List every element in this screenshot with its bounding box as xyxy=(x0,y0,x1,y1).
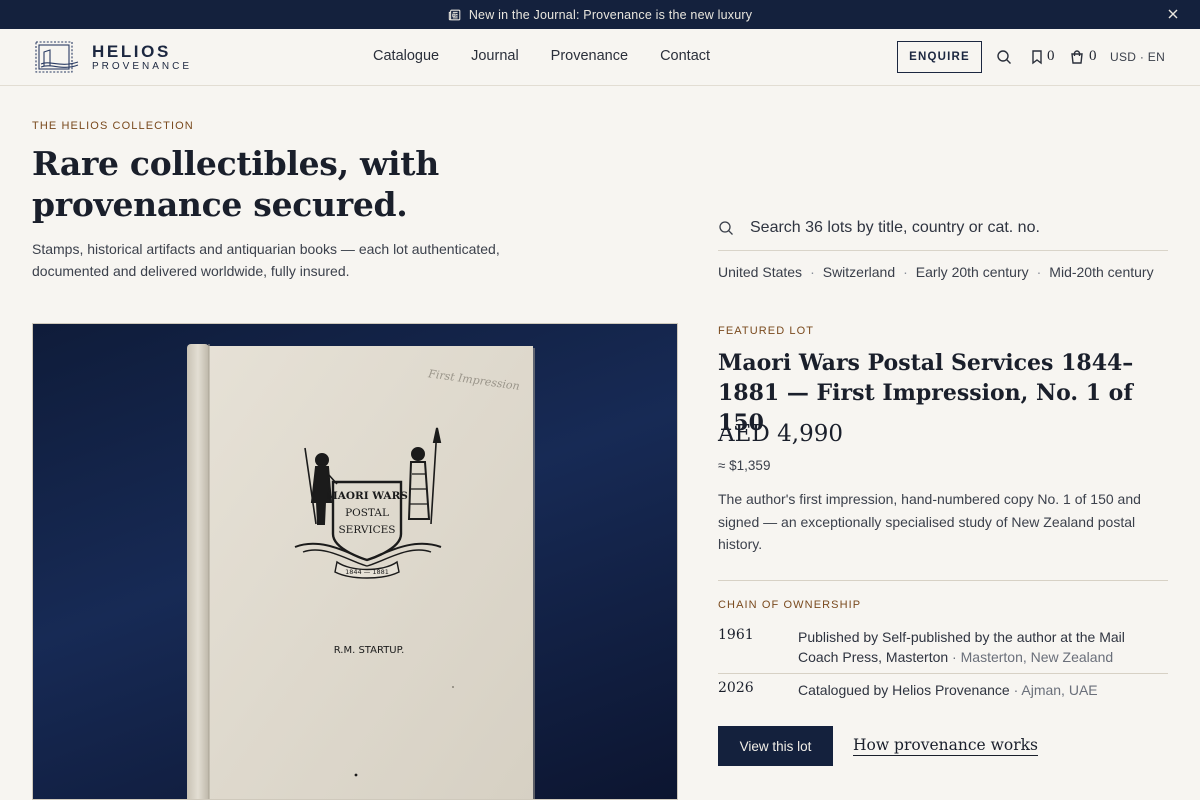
chip-separator: · xyxy=(903,264,908,280)
crest-line-1: MAORI WARS xyxy=(326,490,408,502)
view-lot-button[interactable]: View this lot xyxy=(718,726,833,766)
filter-chips: United States · Switzerland · Early 20th cen… xyxy=(718,264,1168,284)
how-provenance-works-link[interactable]: How provenance works xyxy=(853,736,1038,756)
nav-item-contact[interactable]: Contact xyxy=(660,48,710,64)
provenance-year: 2026 xyxy=(718,680,754,696)
divider xyxy=(718,673,1168,674)
search-icon[interactable] xyxy=(996,49,1012,65)
featured-lot-image[interactable]: First Impression MAORI WARS POSTAL SERVI… xyxy=(32,323,678,800)
locale-selector[interactable]: USD · EN xyxy=(1110,50,1165,64)
provenance-row: 1961 Published by Self-published by the … xyxy=(718,627,1168,671)
filter-chip-early-20th-century[interactable]: Early 20th century xyxy=(916,264,1029,280)
brand-subname: PROVENANCE xyxy=(92,60,193,72)
provenance-text: Catalogued by Helios Provenance · Ajman,… xyxy=(798,680,1168,700)
hero-lede: Stamps, historical artifacts and antiqua… xyxy=(32,241,500,279)
filter-chip-united-states[interactable]: United States xyxy=(718,264,802,280)
main-nav: Catalogue Journal Provenance Contact xyxy=(373,48,710,64)
close-icon[interactable] xyxy=(1166,7,1180,21)
book-author: R.M. STARTUP. xyxy=(334,645,405,656)
search-bar xyxy=(718,210,1168,251)
crest-line-2: POSTAL xyxy=(345,507,389,519)
bag-icon[interactable] xyxy=(1069,49,1085,65)
nav-item-provenance[interactable]: Provenance xyxy=(551,48,628,64)
provenance-separator: · xyxy=(1009,682,1022,698)
crest-dates: 1844 — 1881 xyxy=(345,568,389,576)
search-input[interactable] xyxy=(750,214,1160,242)
nav-item-journal[interactable]: Journal xyxy=(471,48,519,64)
crest-line-3: SERVICES xyxy=(338,524,395,536)
saved-count: 0 xyxy=(1047,48,1055,64)
brand-name: HELIOS xyxy=(92,41,171,61)
book-cover-illustration: First Impression MAORI WARS POSTAL SERVI… xyxy=(187,344,535,799)
announcement-bar: New in the Journal: Provenance is the ne… xyxy=(0,0,1200,29)
filter-chip-switzerland[interactable]: Switzerland xyxy=(823,264,895,280)
filter-chip-mid-20th-century[interactable]: Mid-20th century xyxy=(1049,264,1153,280)
provenance-row: 2026 Catalogued by Helios Provenance · A… xyxy=(718,680,1168,702)
lot-price: AED 4,990 xyxy=(718,421,843,447)
provenance-year: 1961 xyxy=(718,627,754,643)
featured-eyebrow: FEATURED LOT xyxy=(718,325,815,337)
chain-eyebrow: CHAIN OF OWNERSHIP xyxy=(718,599,862,611)
price-conversion: ≈ $1,359 xyxy=(718,458,771,473)
page-title: Rare collectibles, with provenance secur… xyxy=(32,144,439,224)
provenance-location: Masterton, New Zealand xyxy=(960,649,1114,665)
enquire-button[interactable]: ENQUIRE xyxy=(897,41,982,73)
hero-eyebrow: THE HELIOS COLLECTION xyxy=(32,120,194,132)
brand-logo[interactable]: HELIOS PROVENANCE xyxy=(34,40,192,74)
newspaper-icon xyxy=(448,9,461,20)
bookmark-icon[interactable] xyxy=(1029,49,1045,65)
provenance-separator: · xyxy=(948,649,961,665)
chip-separator: · xyxy=(1036,264,1042,280)
cart-count: 0 xyxy=(1089,48,1097,64)
divider xyxy=(718,580,1168,581)
chip-separator: · xyxy=(810,264,815,280)
site-header: HELIOS PROVENANCE Catalogue Journal Prov… xyxy=(0,29,1200,86)
provenance-text: Published by Self-published by the autho… xyxy=(798,627,1168,667)
stamp-logo-icon xyxy=(35,41,79,73)
search-icon xyxy=(719,221,733,235)
provenance-location: Ajman, UAE xyxy=(1021,682,1098,698)
provenance-event: Catalogued by Helios Provenance xyxy=(798,682,1010,698)
announcement-text[interactable]: New in the Journal: Provenance is the ne… xyxy=(469,8,752,22)
nav-item-catalogue[interactable]: Catalogue xyxy=(373,48,439,64)
lot-description: The author's first impression, hand-numb… xyxy=(718,491,1141,552)
